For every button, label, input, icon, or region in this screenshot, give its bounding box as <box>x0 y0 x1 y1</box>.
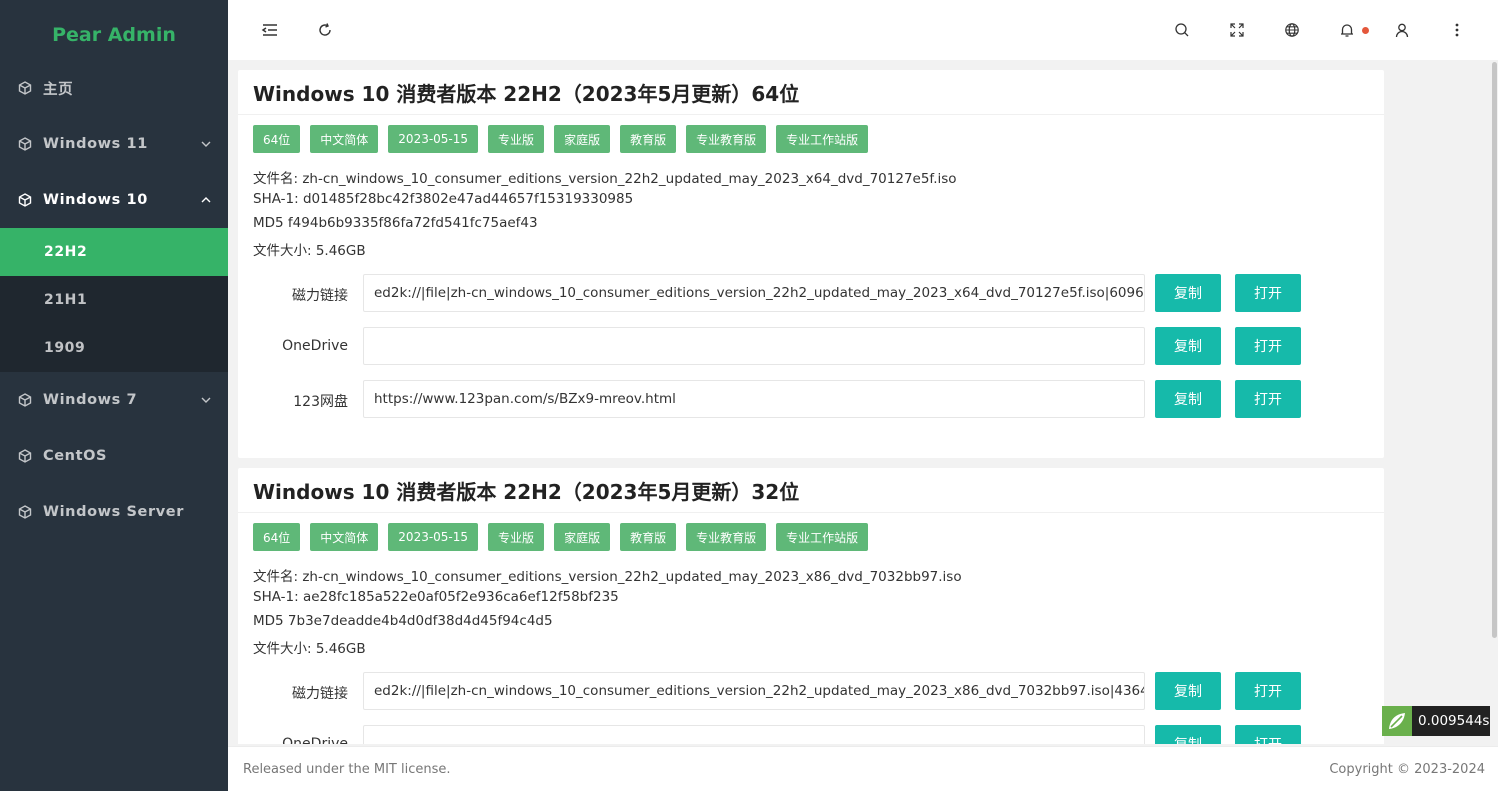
tag: 64位 <box>253 125 301 153</box>
card-title: Windows 10 消费者版本 22H2（2023年5月更新）64位 <box>253 82 800 106</box>
footer: Released under the MIT license. Copyrigh… <box>228 746 1498 791</box>
sidebar-subitem-1909[interactable]: 1909 <box>0 324 228 372</box>
search-icon[interactable] <box>1172 20 1192 40</box>
app-logo[interactable]: Pear Admin <box>0 0 228 70</box>
bell-icon[interactable] <box>1337 20 1357 40</box>
md5-hash: MD5 f494b6b9335f86fa72fd541fc75aef43 <box>253 215 538 231</box>
tag: 家庭版 <box>554 125 611 153</box>
copyright-text: Copyright © 2023-2024 <box>1329 762 1485 777</box>
copy-button[interactable]: 复制 <box>1155 274 1221 312</box>
sidebar-item-windows-10[interactable]: Windows 10 <box>0 176 228 224</box>
refresh-icon[interactable] <box>315 20 335 40</box>
copy-button[interactable]: 复制 <box>1155 725 1221 744</box>
tag: 中文简体 <box>310 523 379 551</box>
cube-icon <box>18 81 32 95</box>
tag: 2023-05-15 <box>388 523 479 551</box>
sidebar-subitem-22h2[interactable]: 22H2 <box>0 228 228 276</box>
sidebar-item-home[interactable]: 主页 <box>0 64 228 112</box>
tag: 中文简体 <box>310 125 379 153</box>
onedrive-label: OneDrive <box>282 338 348 354</box>
cube-icon <box>18 449 32 463</box>
user-icon[interactable] <box>1392 20 1412 40</box>
onedrive-label: OneDrive <box>282 736 348 744</box>
cube-icon <box>18 393 32 407</box>
open-button[interactable]: 打开 <box>1235 380 1301 418</box>
tag: 专业版 <box>488 523 545 551</box>
sidebar-item-label: Windows 10 <box>43 192 148 208</box>
sidebar-item-windows-server[interactable]: Windows Server <box>0 488 228 536</box>
md5-hash: MD5 7b3e7deadde4b4d0df38d4d45f94c4d5 <box>253 613 553 629</box>
tag: 家庭版 <box>554 523 611 551</box>
tag: 专业教育版 <box>686 125 767 153</box>
sidebar: Pear Admin 主页 Windows 11 Windows 10 22H2… <box>0 0 228 791</box>
leaf-logo-icon <box>1382 706 1412 736</box>
divider <box>238 512 1384 513</box>
file-size: 文件大小: 5.46GB <box>253 243 366 259</box>
chevron-down-icon <box>200 394 212 406</box>
cube-icon <box>18 193 32 207</box>
sidebar-item-windows-11[interactable]: Windows 11 <box>0 120 228 168</box>
sidebar-item-label: Windows Server <box>43 504 184 520</box>
tag: 教育版 <box>620 125 677 153</box>
sidebar-subitem-21h1[interactable]: 21H1 <box>0 276 228 324</box>
pan123-label: 123网盘 <box>293 394 348 410</box>
content-scrollbar[interactable] <box>1492 62 1497 638</box>
open-button[interactable]: 打开 <box>1235 327 1301 365</box>
magnet-link-label: 磁力链接 <box>292 288 348 304</box>
sidebar-item-label: 主页 <box>43 81 74 98</box>
tag: 专业工作站版 <box>776 523 869 551</box>
sidebar-item-label: Windows 7 <box>43 392 138 408</box>
sha1-hash: SHA-1: ae28fc185a522e0af05f2e936ca6ef12f… <box>253 589 619 605</box>
tag: 专业版 <box>488 125 545 153</box>
sidebar-item-windows-7[interactable]: Windows 7 <box>0 376 228 424</box>
copy-button[interactable]: 复制 <box>1155 380 1221 418</box>
tag-list: 64位 中文简体 2023-05-15 专业版 家庭版 教育版 专业教育版 专业… <box>253 523 878 551</box>
chevron-down-icon <box>200 138 212 150</box>
divider <box>238 114 1384 115</box>
cube-icon <box>18 505 32 519</box>
magnet-link-field[interactable]: ed2k://|file|zh-cn_windows_10_consumer_e… <box>363 672 1145 710</box>
more-icon[interactable] <box>1447 20 1467 40</box>
sidebar-item-label: Windows 11 <box>43 136 148 152</box>
pan123-field[interactable]: https://www.123pan.com/s/BZx9-mreov.html <box>363 380 1145 418</box>
iso-card-x86: Windows 10 消费者版本 22H2（2023年5月更新）32位 64位 … <box>238 468 1384 744</box>
notification-dot <box>1362 27 1369 34</box>
iso-card-x64: Windows 10 消费者版本 22H2（2023年5月更新）64位 64位 … <box>238 70 1384 458</box>
tag: 专业教育版 <box>686 523 767 551</box>
open-button[interactable]: 打开 <box>1235 725 1301 744</box>
tag: 64位 <box>253 523 301 551</box>
tag-list: 64位 中文简体 2023-05-15 专业版 家庭版 教育版 专业教育版 专业… <box>253 125 878 153</box>
cube-icon <box>18 137 32 151</box>
load-timer-widget[interactable]: 0.009544s <box>1382 706 1490 736</box>
top-header <box>228 0 1498 60</box>
tag: 专业工作站版 <box>776 125 869 153</box>
fullscreen-icon[interactable] <box>1227 20 1247 40</box>
magnet-link-label: 磁力链接 <box>292 686 348 702</box>
onedrive-field[interactable] <box>363 327 1145 365</box>
open-button[interactable]: 打开 <box>1235 672 1301 710</box>
file-name: 文件名: zh-cn_windows_10_consumer_editions_… <box>253 171 957 187</box>
timer-value: 0.009544s <box>1418 713 1490 729</box>
main-content[interactable]: Windows 10 消费者版本 22H2（2023年5月更新）64位 64位 … <box>228 60 1498 744</box>
sha1-hash: SHA-1: d01485f28bc42f3802e47ad44657f1531… <box>253 191 634 207</box>
magnet-link-field[interactable]: ed2k://|file|zh-cn_windows_10_consumer_e… <box>363 274 1145 312</box>
onedrive-field[interactable] <box>363 725 1145 744</box>
license-text: Released under the MIT license. <box>243 762 451 777</box>
menu-fold-icon[interactable] <box>260 20 280 40</box>
language-icon[interactable] <box>1282 20 1302 40</box>
sidebar-item-label: CentOS <box>43 448 108 464</box>
copy-button[interactable]: 复制 <box>1155 327 1221 365</box>
copy-button[interactable]: 复制 <box>1155 672 1221 710</box>
file-size: 文件大小: 5.46GB <box>253 641 366 657</box>
sidebar-item-centos[interactable]: CentOS <box>0 432 228 480</box>
tag: 教育版 <box>620 523 677 551</box>
file-name: 文件名: zh-cn_windows_10_consumer_editions_… <box>253 569 962 585</box>
tag: 2023-05-15 <box>388 125 479 153</box>
card-title: Windows 10 消费者版本 22H2（2023年5月更新）32位 <box>253 480 800 504</box>
open-button[interactable]: 打开 <box>1235 274 1301 312</box>
chevron-up-icon <box>200 194 212 206</box>
